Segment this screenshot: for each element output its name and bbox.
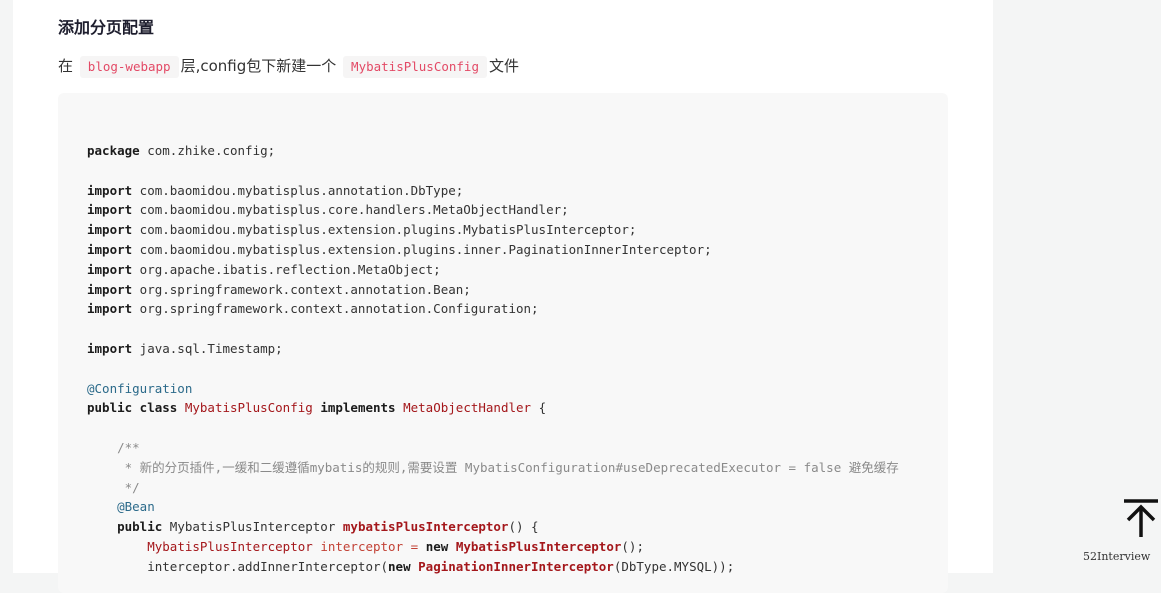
code-keyword: new <box>425 538 449 554</box>
code-keyword: import <box>87 202 133 218</box>
code-import: org.springframework.context.annotation.B… <box>132 281 471 297</box>
code-keyword: public class <box>87 400 178 416</box>
inline-code-classname: MybatisPlusConfig <box>343 56 487 78</box>
code-text: (DbType.MYSQL)); <box>613 558 735 574</box>
back-to-top-button[interactable] <box>1120 498 1161 540</box>
code-annotation: @Configuration <box>87 380 193 396</box>
code-keyword: import <box>87 241 133 257</box>
code-method-name: mybatisPlusInterceptor <box>342 519 509 535</box>
code-block[interactable]: package com.zhike.config; import com.bao… <box>58 93 948 593</box>
code-class-name: MybatisPlusConfig <box>184 400 313 416</box>
code-keyword: import <box>87 301 133 317</box>
code-import: com.baomidou.mybatisplus.core.handlers.M… <box>132 202 569 218</box>
code-constructor: PaginationInnerInterceptor <box>418 558 614 574</box>
code-text: { <box>531 400 547 416</box>
paragraph-middle: 层,config包下新建一个 <box>180 57 337 75</box>
arrow-up-to-top-icon <box>1124 499 1158 537</box>
code-keyword: new <box>388 558 411 574</box>
code-type: MybatisPlusInterceptor <box>147 538 313 554</box>
code-keyword: import <box>87 281 133 297</box>
code-import: com.baomidou.mybatisplus.extension.plugi… <box>132 222 637 238</box>
code-import: java.sql.Timestamp; <box>132 340 283 356</box>
code-keyword: import <box>87 261 133 277</box>
code-comment: /** <box>87 439 140 455</box>
right-sidebar <box>993 0 1161 573</box>
code-keyword: implements <box>320 400 396 416</box>
inline-code-module: blog-webapp <box>79 56 179 78</box>
code-content[interactable]: package com.zhike.config; import com.bao… <box>87 141 899 577</box>
section-heading: 添加分页配置 <box>58 18 155 37</box>
code-variable: interceptor <box>320 538 404 554</box>
article-body: 添加分页配置 在 blog-webapp 层,config包下新建一个 Mybat… <box>13 0 993 593</box>
code-keyword: package <box>87 143 140 158</box>
code-comment: */ <box>87 479 140 495</box>
code-annotation: @Bean <box>117 499 155 515</box>
code-keyword: import <box>87 182 133 198</box>
code-keyword: import <box>87 340 133 356</box>
intro-paragraph: 在 blog-webapp 层,config包下新建一个 MybatisPlusC… <box>58 54 519 78</box>
code-import: org.springframework.context.annotation.C… <box>132 301 539 317</box>
code-operator: = <box>403 538 426 554</box>
code-interface-name: MetaObjectHandler <box>403 400 532 416</box>
code-comment: * 新的分页插件,一缓和二缓遵循mybatis的规则,需要设置 MybatisC… <box>87 459 899 475</box>
code-keyword: public <box>117 519 163 535</box>
code-keyword: import <box>87 222 133 238</box>
code-import: com.baomidou.mybatisplus.annotation.DbTy… <box>132 182 464 198</box>
code-text: MybatisPlusInterceptor <box>162 519 343 535</box>
paragraph-suffix: 文件 <box>488 57 519 75</box>
code-text: com.zhike.config; <box>139 143 276 158</box>
code-constructor: MybatisPlusInterceptor <box>455 538 622 554</box>
back-to-top-caption: 52Interview <box>1083 550 1151 563</box>
code-text: () { <box>508 519 539 535</box>
code-import: com.baomidou.mybatisplus.extension.plugi… <box>132 241 712 257</box>
code-text: interceptor.addInnerInterceptor( <box>87 558 389 574</box>
code-import: org.apache.ibatis.reflection.MetaObject; <box>132 261 441 277</box>
paragraph-prefix: 在 <box>58 57 74 75</box>
code-text: (); <box>621 538 644 554</box>
